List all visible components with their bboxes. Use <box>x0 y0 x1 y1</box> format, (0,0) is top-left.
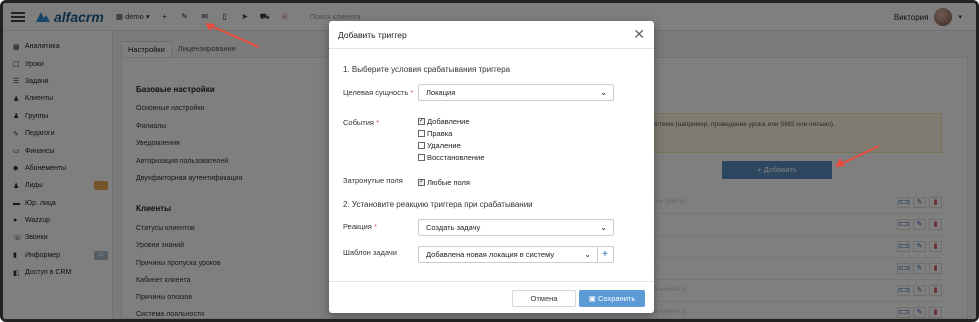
event-label: Удаление <box>427 140 461 150</box>
save-icon: ▣ <box>588 294 596 303</box>
reaction-label: Реакция * <box>343 222 377 231</box>
close-icon[interactable]: ✕ <box>633 26 645 43</box>
modal-title: Добавить триггер <box>338 29 407 40</box>
fields-checklist: ✓ Любые поля <box>418 176 470 188</box>
save-button[interactable]: ▣ Сохранить <box>579 290 645 307</box>
checkbox-icon[interactable] <box>418 153 425 161</box>
reaction-label-text: Реакция <box>343 222 372 231</box>
step2-heading: 2. Установите реакцию триггера при сраба… <box>343 200 533 209</box>
event-restore[interactable]: Восстановление <box>418 151 484 163</box>
template-select[interactable]: Добавлена новая локация в систему ⌄ <box>418 246 598 263</box>
required-marker: * <box>376 118 379 127</box>
cancel-button[interactable]: Отмена <box>512 290 576 307</box>
add-trigger-modal: Добавить триггер ✕ 1. Выберите условия с… <box>329 21 654 313</box>
chevron-down-icon: ⌄ <box>584 250 591 259</box>
fields-value: Любые поля <box>427 177 470 187</box>
step1-heading: 1. Выберите условия срабатывания триггер… <box>343 65 511 74</box>
modal-header: Добавить триггер ✕ <box>329 21 654 49</box>
required-marker: * <box>373 222 377 231</box>
modal-footer: Отмена ▣ Сохранить <box>329 281 654 313</box>
template-label: Шаблон задачи <box>343 248 397 257</box>
events-label-text: События <box>343 118 374 127</box>
event-add[interactable]: ✓ Добавление <box>418 115 484 127</box>
entity-label: Целевая сущность * <box>343 88 413 97</box>
checkbox-icon[interactable] <box>418 129 425 137</box>
annotation-arrow-icon <box>205 23 260 48</box>
entity-value: Локация <box>426 88 456 97</box>
chevron-down-icon: ⌄ <box>600 223 607 232</box>
event-edit[interactable]: Правка <box>418 127 484 139</box>
save-label: Сохранить <box>597 294 636 303</box>
checkbox-checked-icon[interactable]: ✓ <box>418 178 425 186</box>
reaction-value: Создать задачу <box>426 223 481 232</box>
fields-label: Затронутые поля <box>343 176 403 185</box>
chevron-down-icon: ⌄ <box>600 88 607 97</box>
entity-select[interactable]: Локация ⌄ <box>418 84 614 101</box>
events-label: События * <box>343 118 379 127</box>
checkbox-icon[interactable] <box>418 141 425 149</box>
any-fields-option[interactable]: ✓ Любые поля <box>418 176 470 188</box>
required-marker: * <box>410 88 414 97</box>
event-label: Добавление <box>427 116 470 126</box>
template-value: Добавлена новая локация в систему <box>426 250 555 259</box>
reaction-select[interactable]: Создать задачу ⌄ <box>418 219 614 236</box>
event-label: Восстановление <box>427 152 485 162</box>
checkbox-checked-icon[interactable]: ✓ <box>418 117 425 125</box>
event-label: Правка <box>427 128 453 138</box>
annotation-arrow-icon <box>835 145 880 167</box>
app-window: alfacrm ▦ demo ▾ + ✎ ✉ ▯ ➤ ⛟ ⍾ Поиск кли… <box>0 0 979 322</box>
add-template-button[interactable]: + <box>597 246 614 263</box>
events-checklist: ✓ Добавление Правка Удаление Восстановлен… <box>418 115 484 163</box>
entity-label-text: Целевая сущность <box>343 88 409 97</box>
event-delete[interactable]: Удаление <box>418 139 484 151</box>
